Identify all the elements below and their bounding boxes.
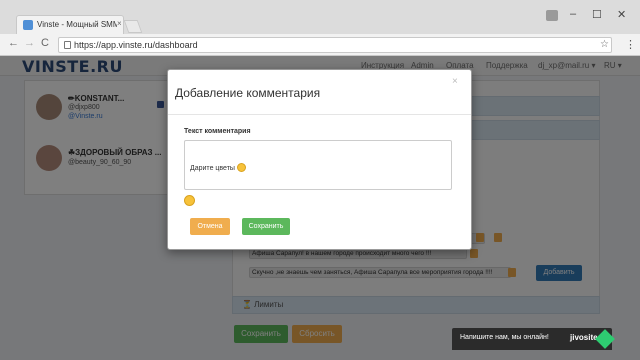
close-icon[interactable]: × (452, 76, 458, 87)
add-comment-modal: Добавление комментария × Текст комментар… (167, 69, 472, 250)
browser-tab[interactable]: Vinste - Мощный SMM × (16, 15, 124, 34)
emoji-picker-icon[interactable] (184, 195, 195, 206)
tab-close-icon[interactable]: × (117, 19, 122, 28)
minimize-icon[interactable]: – (570, 8, 576, 20)
cancel-button[interactable]: Отмена (190, 218, 230, 235)
chat-widget-text: Напишите нам, мы онлайн! (460, 334, 549, 341)
chat-widget[interactable]: Напишите нам, мы онлайн! jivosite (452, 328, 612, 350)
forward-icon[interactable]: → (24, 37, 35, 49)
comment-textarea[interactable]: Дарите цветы (184, 140, 452, 190)
new-tab-button[interactable] (123, 20, 143, 33)
lock-icon (64, 41, 71, 49)
url-field[interactable]: https://app.vinste.ru/dashboard ☆ (58, 37, 612, 53)
maximize-icon[interactable]: ☐ (592, 8, 602, 21)
address-bar: ← → C https://app.vinste.ru/dashboard ☆ … (0, 34, 640, 56)
comment-textarea-value: Дарите цветы (190, 163, 246, 172)
modal-title: Добавление комментария (175, 86, 321, 100)
url-text: https://app.vinste.ru/dashboard (74, 40, 198, 50)
save-button[interactable]: Сохранить (242, 218, 290, 235)
close-window-icon[interactable]: ✕ (617, 8, 626, 21)
reload-icon[interactable]: C (41, 37, 49, 49)
browser-titlebar: Vinste - Мощный SMM × – ☐ ✕ (0, 0, 640, 34)
tab-title: Vinste - Мощный SMM (37, 20, 117, 29)
back-icon[interactable]: ← (8, 37, 19, 49)
favicon-icon (23, 20, 33, 30)
chat-brand-label: jivosite (570, 333, 598, 342)
comment-field-label: Текст комментария (184, 128, 251, 135)
modal-divider (168, 114, 471, 115)
bookmark-star-icon[interactable]: ☆ (600, 39, 609, 50)
profile-icon[interactable] (546, 10, 558, 21)
smiley-icon (236, 163, 246, 172)
browser-menu-icon[interactable]: ⋮ (625, 38, 636, 51)
